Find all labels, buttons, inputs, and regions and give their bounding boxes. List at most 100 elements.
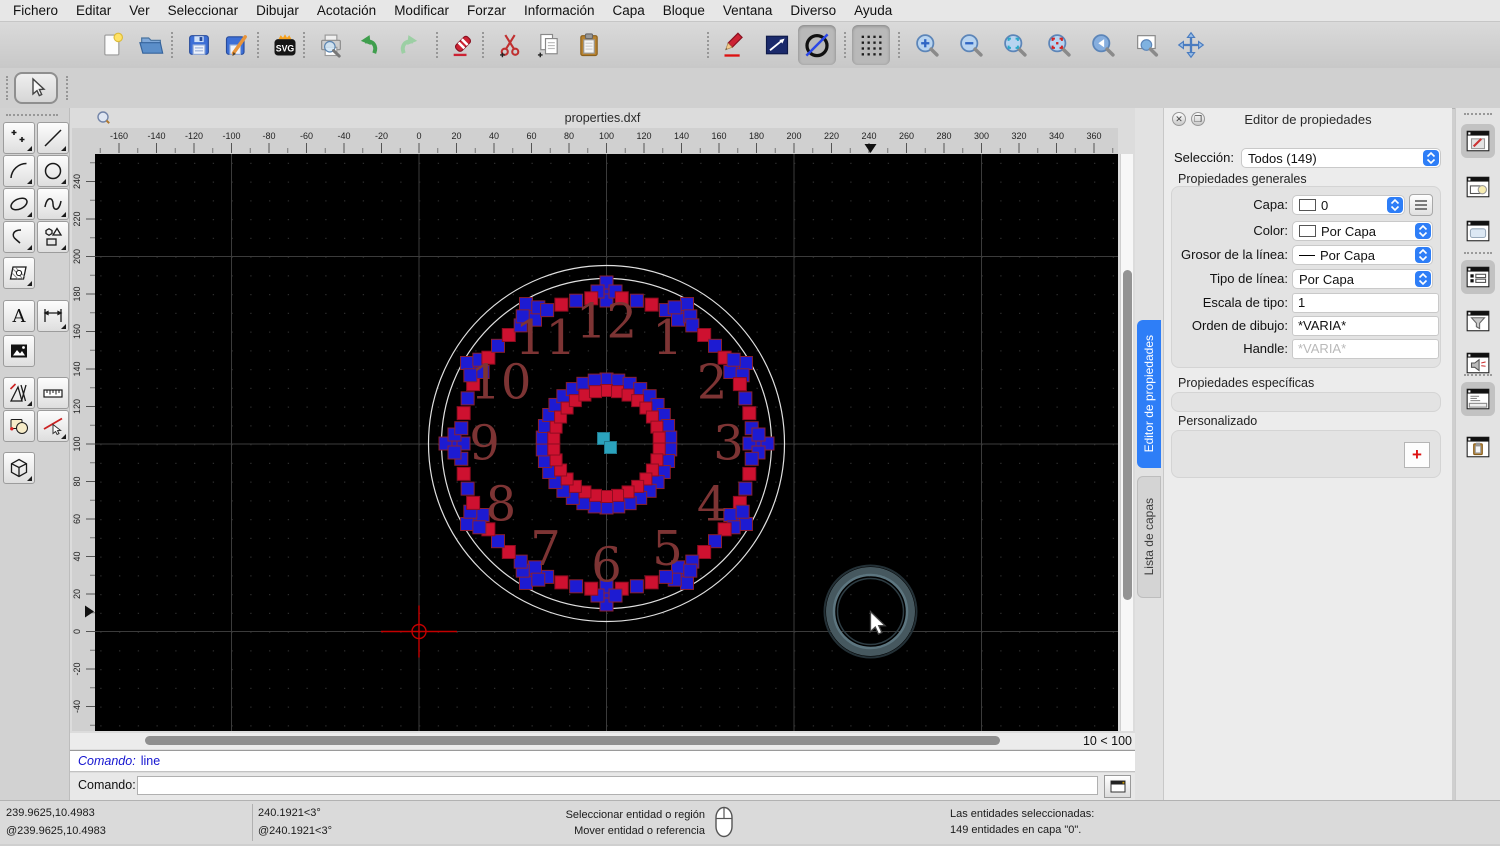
menu-item-8[interactable]: Información [515,0,604,22]
draw-pencil-button[interactable] [716,25,754,65]
menu-item-4[interactable]: Dibujar [247,0,308,22]
drafting-tools-button[interactable] [3,377,35,409]
menu-item-12[interactable]: Diverso [781,0,845,22]
menu-item-9[interactable]: Capa [604,0,654,22]
save-as-button[interactable] [218,25,256,65]
command-input[interactable] [137,776,1098,795]
ellipse-tool-button[interactable] [3,188,35,220]
zoom-previous-button[interactable] [1084,25,1122,65]
clock-number: 3 [713,416,744,472]
menu-item-10[interactable]: Bloque [654,0,714,22]
svg-text:-40: -40 [72,700,82,713]
menu-item-0[interactable]: Fichero [4,0,67,22]
circle-draw-button[interactable] [37,155,69,187]
delete-button[interactable] [444,25,482,65]
menu-item-2[interactable]: Ver [120,0,158,22]
menu-item-7[interactable]: Forzar [458,0,515,22]
dropdown-value: Por Capa [1299,271,1354,287]
svg-text:80: 80 [72,476,82,486]
menu-item-6[interactable]: Modificar [385,0,458,22]
svg-export-icon: SVG [274,34,296,56]
property-dropdown[interactable]: 0 [1292,195,1405,215]
property-dropdown[interactable]: Por Capa [1292,269,1433,289]
zoom-out-button[interactable] [952,25,990,65]
hatch-tool-button[interactable] [3,257,35,289]
layer-options-button[interactable] [1409,194,1433,216]
line-tool-button[interactable] [758,25,796,65]
vertical-scrollbar-thumb[interactable] [1123,270,1132,600]
zoom-window-button[interactable] [1128,25,1166,65]
menu-item-1[interactable]: Editar [67,0,120,22]
new-file-button[interactable] [94,25,132,65]
dropdown-stepper-icon [1423,150,1439,166]
vertical-scrollbar[interactable] [1120,154,1133,731]
dock-separator [1464,252,1492,256]
clipboard-window-button[interactable] [1461,430,1495,464]
open-file-button[interactable] [132,25,170,65]
paste-button[interactable] [570,25,608,65]
modify-tool-button[interactable] [3,410,35,442]
line-draw-button[interactable] [37,122,69,154]
layer-list-window-button[interactable] [1461,260,1495,294]
circle-tool-button[interactable] [798,25,836,65]
copy-button[interactable] [530,25,568,65]
measure-tool-button[interactable] [37,377,69,409]
dock-icon-strip [1455,108,1500,800]
preview-window-button[interactable] [1461,214,1495,248]
horizontal-scrollbar[interactable] [95,733,1075,749]
menu-item-11[interactable]: Ventana [714,0,782,22]
color-swatch [1299,225,1316,237]
snap-tool-button[interactable] [37,410,69,442]
circle-icon [44,162,62,180]
command-options-button[interactable] [1104,775,1131,798]
zoom-auto-button[interactable] [996,25,1034,65]
redo-button[interactable] [390,25,428,65]
save-button[interactable] [180,25,218,65]
property-dropdown[interactable]: Por Capa [1292,245,1433,265]
property-dropdown[interactable]: Por Capa [1292,221,1433,241]
block-list-window-button[interactable] [1461,170,1495,204]
property-input[interactable]: *VARIA* [1292,339,1439,359]
right-click-hint: Mover entidad o referencia [574,825,705,837]
property-editor-window-button[interactable] [1461,124,1495,158]
solid-3d-tool-button[interactable] [3,452,35,484]
arc-tool-button[interactable] [3,155,35,187]
property-input[interactable]: *VARIA* [1292,316,1439,336]
zoom-selection-button[interactable] [1040,25,1078,65]
tab-layer-list[interactable]: Lista de capas [1137,476,1161,598]
dimension-tool-button[interactable] [37,300,69,332]
spline-tool-button[interactable] [37,188,69,220]
filter-window-button[interactable] [1461,304,1495,338]
cut-button[interactable] [491,25,529,65]
print-preview-icon [321,34,341,58]
command-window-button[interactable] [1461,382,1495,416]
add-custom-property-button[interactable]: + [1404,442,1430,468]
print-preview-button[interactable] [312,25,350,65]
polyline-tool-button[interactable] [3,221,35,253]
command-window-icon [1110,780,1125,793]
point-tool-button[interactable] [3,122,35,154]
image-tool-button[interactable] [3,335,35,367]
document-titlebar[interactable]: properties.dxf [70,108,1135,128]
zoom-in-button[interactable] [908,25,946,65]
svg-text:60: 60 [72,514,82,524]
horizontal-scrollbar-thumb[interactable] [145,736,1000,745]
selection-dropdown[interactable]: Todos (149) [1241,148,1441,168]
select-tool-button[interactable] [14,72,58,104]
shapes-tool-button[interactable] [37,221,69,253]
text-tool-button[interactable]: A [3,300,35,332]
svg-export-button[interactable]: SVG [266,25,304,65]
dock-tab-strip: Editor de propiedades Lista de capas [1135,108,1163,800]
clock-number: 5 [652,521,683,577]
tool-palette: A [0,108,70,800]
drawing-canvas[interactable]: 1 2 3 4 5 6 7 8 9 10 11 12 [95,154,1118,731]
menu-item-5[interactable]: Acotación [308,0,385,22]
tab-property-editor[interactable]: Editor de propiedades [1137,320,1161,468]
grid-toggle-button[interactable] [852,25,890,65]
menu-item-3[interactable]: Seleccionar [159,0,248,22]
property-input[interactable]: 1 [1292,293,1439,313]
pan-button[interactable] [1172,25,1210,65]
undo-button[interactable] [350,25,388,65]
menu-item-13[interactable]: Ayuda [845,0,901,22]
svg-text:220: 220 [72,211,82,226]
